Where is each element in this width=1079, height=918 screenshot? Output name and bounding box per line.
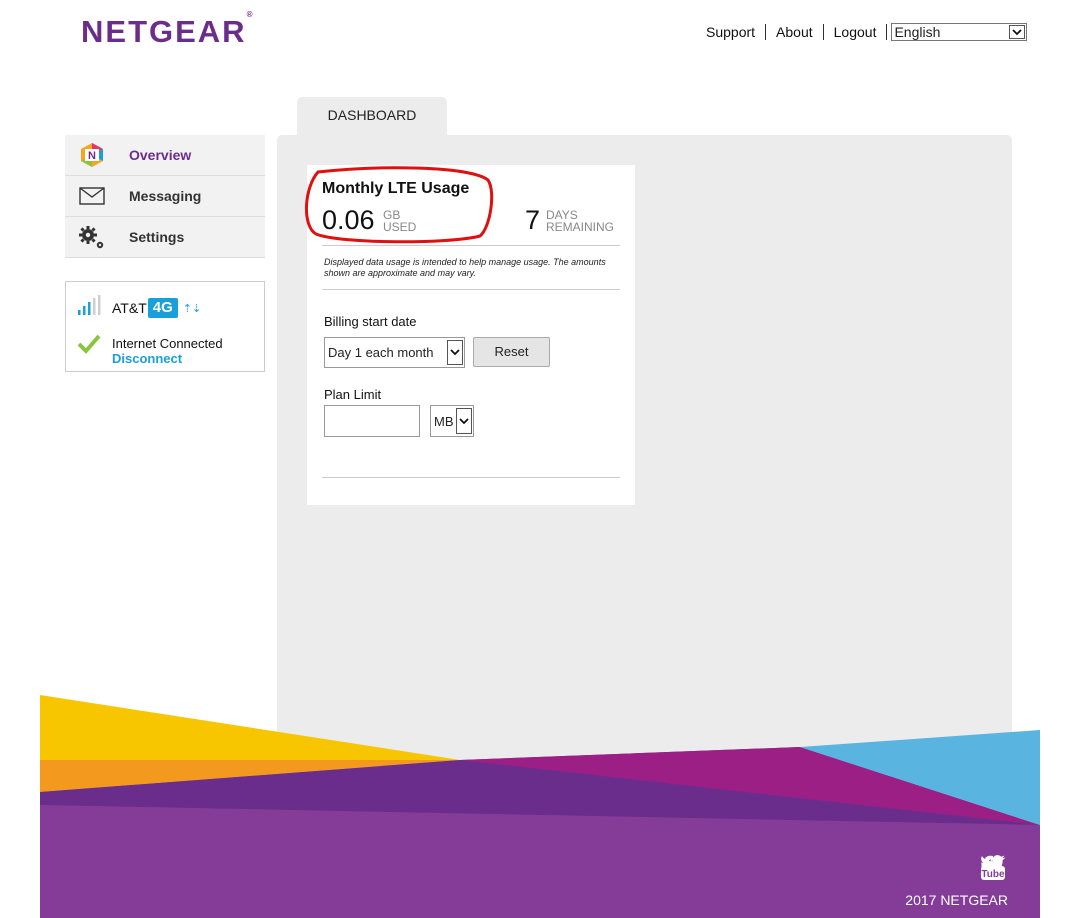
carrier-info: AT&T 4G ⇡⇣ [112, 298, 201, 318]
usage-disclaimer: Displayed data usage is intended to help… [324, 257, 606, 278]
used-value: 0.06 [322, 205, 375, 235]
reset-button[interactable]: Reset [473, 337, 550, 367]
checkmark-icon [77, 334, 101, 359]
envelope-icon [65, 187, 115, 205]
divider [322, 289, 620, 290]
footer: You Tube 2017 NETGEAR [40, 695, 1040, 918]
logout-link[interactable]: Logout [824, 24, 888, 40]
used-unit: GB USED [383, 209, 416, 233]
disconnect-link[interactable]: Disconnect [112, 351, 223, 366]
plan-limit-label: Plan Limit [324, 387, 382, 402]
netgear-logo: NETGEAR® [81, 9, 253, 49]
billing-start-value: Day 1 each month [328, 345, 434, 360]
days-value: 7 [525, 205, 541, 235]
up-down-arrows-icon: ⇡⇣ [182, 302, 202, 315]
divider [322, 477, 620, 478]
days-unit: DAYS REMAINING [546, 209, 614, 233]
support-link[interactable]: Support [700, 24, 767, 40]
connection-text: Internet Connected [112, 336, 223, 351]
sidebar-item-label: Overview [129, 147, 192, 163]
copyright: 2017 NETGEAR [905, 892, 1008, 908]
signal-bars-icon [77, 295, 101, 320]
top-links: Support About Logout English [700, 23, 1028, 41]
netgear-n-icon: N [65, 142, 115, 168]
gears-icon [65, 224, 115, 250]
chevron-down-icon [447, 340, 463, 365]
network-badge: 4G [147, 298, 178, 318]
billing-start-select[interactable]: Day 1 each month [324, 337, 465, 368]
sidebar-item-messaging[interactable]: Messaging [65, 176, 265, 217]
sidebar: N Overview Messaging Settings [65, 135, 265, 258]
connection-status: Internet Connected Disconnect [112, 336, 223, 366]
sidebar-item-settings[interactable]: Settings [65, 217, 265, 258]
plan-unit-select[interactable]: MB [430, 405, 474, 437]
plan-unit-value: MB [434, 413, 454, 429]
used-unit-line2: USED [383, 220, 417, 234]
tab-dashboard[interactable]: DASHBOARD [297, 97, 447, 135]
plan-limit-input[interactable] [324, 405, 420, 437]
carrier-name: AT&T [112, 300, 147, 316]
about-link[interactable]: About [766, 24, 824, 40]
sidebar-item-label: Settings [129, 229, 185, 245]
sidebar-item-overview[interactable]: N Overview [65, 135, 265, 176]
days-unit-line2: REMAINING [546, 220, 615, 234]
language-select[interactable]: English [891, 23, 1028, 41]
divider [322, 245, 620, 246]
svg-text:Tube: Tube [981, 869, 1005, 880]
language-value: English [894, 24, 941, 40]
connection-status-box: AT&T 4G ⇡⇣ Internet Connected Disconnect [65, 281, 265, 372]
chevron-down-icon [456, 408, 472, 434]
svg-text:You: You [985, 856, 1001, 866]
chevron-down-icon [1009, 25, 1026, 39]
usage-title: Monthly LTE Usage [322, 180, 470, 197]
billing-start-label: Billing start date [324, 314, 417, 329]
sidebar-item-label: Messaging [129, 188, 202, 204]
footer-graphic [40, 695, 1040, 918]
usage-card: Monthly LTE Usage 0.06 GB USED 7 DAYS RE… [307, 165, 635, 505]
svg-text:N: N [88, 150, 96, 162]
